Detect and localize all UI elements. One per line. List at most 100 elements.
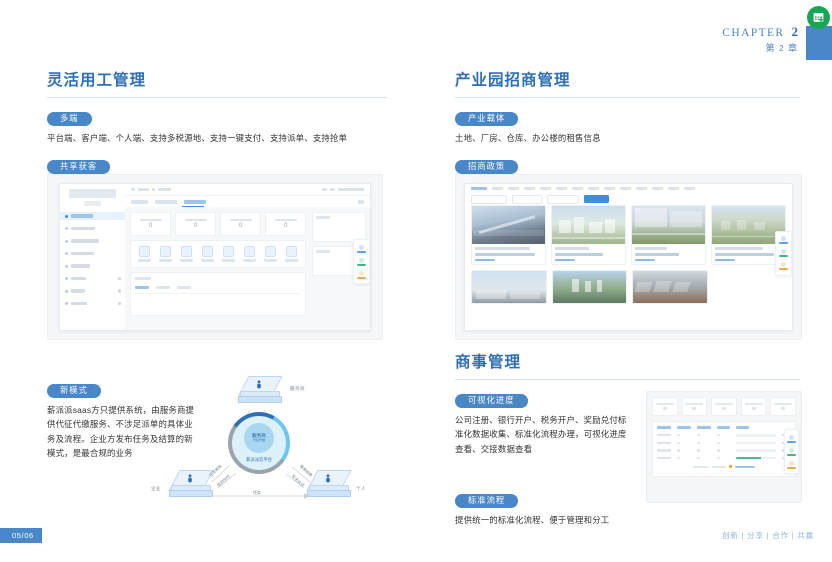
filter-tab-guangdong[interactable] <box>524 187 535 190</box>
sidebar-item-personnel[interactable] <box>60 225 125 233</box>
listing-card-action[interactable] <box>715 258 736 262</box>
table-stat-card <box>770 397 796 416</box>
sidebar-item-worksheet[interactable] <box>60 287 125 295</box>
pagination-pages[interactable] <box>735 465 755 468</box>
listing-card-title <box>715 247 764 250</box>
filter-tab-jiangxi[interactable] <box>620 187 631 190</box>
user-account-label[interactable] <box>338 188 364 191</box>
sidebar-item-payroll[interactable] <box>60 275 125 283</box>
filter-tab-guangxi[interactable] <box>668 187 679 190</box>
tab-menu-icon[interactable] <box>358 200 364 204</box>
search-button[interactable] <box>584 195 609 203</box>
filter-tab-hainan[interactable] <box>684 187 695 190</box>
filter-tab-henan[interactable] <box>588 187 599 190</box>
search-input-area[interactable] <box>471 194 507 204</box>
listing-card[interactable] <box>471 270 547 305</box>
panel-tab-latest-settle[interactable] <box>177 286 192 289</box>
listing-card-action[interactable] <box>475 258 496 262</box>
table-column-header[interactable] <box>736 426 749 429</box>
chevron-down-icon <box>118 289 122 293</box>
payment-icon <box>244 246 256 258</box>
quick-action-settle[interactable] <box>222 246 236 262</box>
listing-card-action[interactable] <box>555 258 576 262</box>
filter-tab-anhui[interactable] <box>636 187 647 190</box>
filter-tab-jiangsu[interactable] <box>492 187 503 190</box>
bullet-icon <box>65 289 68 293</box>
latest-activity-panel <box>130 272 307 316</box>
floating-action-consult[interactable] <box>776 234 791 247</box>
table-row[interactable] <box>657 434 791 437</box>
listing-card[interactable] <box>631 205 706 266</box>
sidebar-item-label <box>71 289 85 293</box>
quick-action-add-person[interactable] <box>138 246 152 262</box>
listing-card-action[interactable] <box>635 258 656 262</box>
table-row[interactable] <box>657 449 791 452</box>
sidebar-item-import[interactable] <box>60 250 125 258</box>
listing-card-address <box>635 253 680 256</box>
floating-action-feedback[interactable] <box>354 268 369 281</box>
floating-action-help[interactable] <box>785 445 798 458</box>
filter-tab-all-cities[interactable] <box>471 187 487 190</box>
table-column-header[interactable] <box>717 426 730 429</box>
listing-card[interactable] <box>471 205 546 266</box>
sidebar-item-workbench[interactable] <box>60 212 126 220</box>
floating-action-help[interactable] <box>354 255 369 268</box>
floating-action-help[interactable] <box>776 247 791 260</box>
bell-icon[interactable] <box>322 188 327 191</box>
floating-action-feedback[interactable] <box>776 260 791 273</box>
tab-home[interactable] <box>131 200 149 204</box>
filter-tab-fujian[interactable] <box>652 187 663 190</box>
table-row[interactable] <box>657 441 791 445</box>
floating-action-label <box>779 242 788 245</box>
table-cell <box>677 449 680 452</box>
breadcrumb-item[interactable] <box>158 188 172 191</box>
table-column-header[interactable] <box>677 426 691 429</box>
listing-card[interactable] <box>632 270 708 305</box>
calendar-add-icon <box>807 6 830 29</box>
listing-card[interactable] <box>551 205 626 266</box>
breadcrumb-item[interactable] <box>138 188 150 191</box>
quick-action-roster[interactable] <box>264 246 278 262</box>
quick-action-sign[interactable] <box>180 246 194 262</box>
table-column-header[interactable] <box>697 426 711 429</box>
sidebar-item-orders[interactable] <box>60 262 125 270</box>
tab-help[interactable] <box>155 200 178 204</box>
diagram-edge-label-6: 任务 <box>253 490 261 495</box>
listing-card[interactable] <box>551 270 627 305</box>
filter-tab-zhejiang[interactable] <box>508 187 519 190</box>
business-model-diagram: 服务商 企业 个人 任务发布 签约交付 接单结算 实名认证 任务 服务商 代征代… <box>150 370 380 510</box>
pagination-current-page[interactable] <box>729 465 732 469</box>
sidebar-item-label <box>71 239 99 243</box>
title-divider <box>455 379 800 380</box>
panel-tab-latest-sign[interactable] <box>135 286 150 289</box>
chapter-cn-number: 2 <box>779 44 785 53</box>
floating-action-consult[interactable] <box>354 242 369 255</box>
listing-card-row-1 <box>465 205 792 266</box>
filter-tab-hebei[interactable] <box>572 187 583 190</box>
stat-card-label <box>184 218 207 222</box>
sidebar-item-settings[interactable] <box>60 300 125 308</box>
search-input-type[interactable] <box>512 194 542 204</box>
filter-tab-shandong[interactable] <box>556 187 567 190</box>
floating-action-feedback[interactable] <box>785 458 798 471</box>
quick-action-employee[interactable] <box>159 246 173 262</box>
menu-collapse-icon[interactable] <box>131 188 136 191</box>
tab-workbench[interactable] <box>184 200 207 204</box>
globe-icon[interactable] <box>330 188 335 191</box>
filter-tab-sichuan[interactable] <box>540 187 551 190</box>
stat-card-label <box>229 218 252 222</box>
filter-tab-hubei[interactable] <box>604 187 615 190</box>
floating-action-consult[interactable] <box>785 432 798 445</box>
panel-tab-latest-contract[interactable] <box>156 286 171 289</box>
table-column-header[interactable] <box>657 426 671 429</box>
feedback-icon <box>781 262 786 268</box>
pagination-size[interactable] <box>712 465 726 468</box>
search-input-price[interactable] <box>547 194 579 204</box>
quick-action-invoice[interactable] <box>285 246 299 262</box>
quick-action-payment[interactable] <box>243 246 257 262</box>
diagram-platform-ring: 服务商 代征代缴 薪派派云平台 <box>228 412 290 474</box>
console-logo <box>69 189 116 198</box>
stat-card-personnel: 0 <box>130 212 172 236</box>
quick-action-publish-order[interactable] <box>201 246 215 262</box>
sidebar-item-contract[interactable] <box>60 237 125 245</box>
